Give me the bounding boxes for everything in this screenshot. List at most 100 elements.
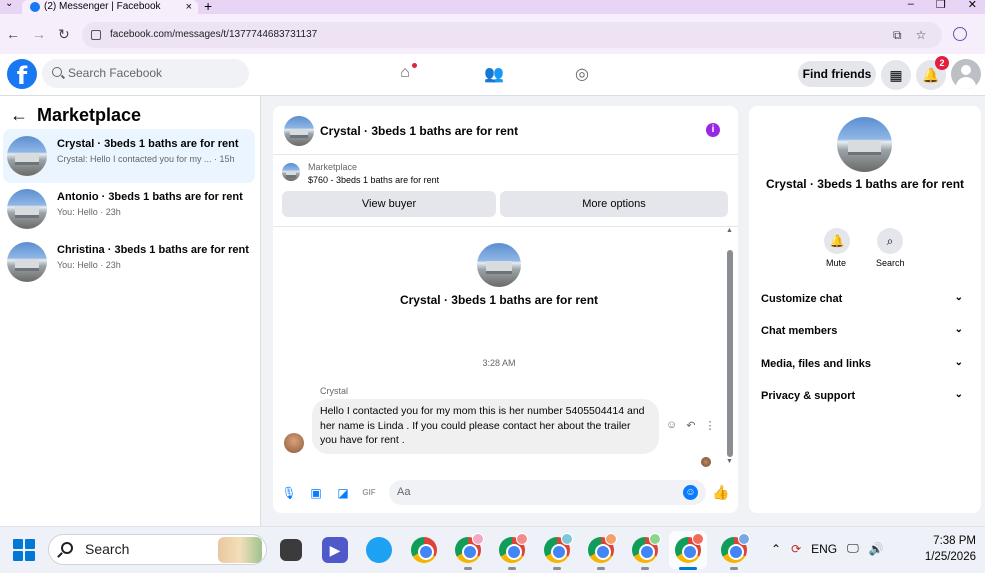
details-title: Crystal · 3beds 1 baths are for rent — [765, 177, 965, 191]
conversation-preview: You: Hello · 23h — [57, 207, 121, 217]
facebook-logo[interactable]: f — [7, 59, 37, 90]
conversation-item[interactable]: Antonio · 3beds 1 baths are for rent You… — [3, 182, 255, 236]
menu-grid-icon[interactable]: ▦ — [881, 60, 911, 90]
media-files-links-row[interactable]: Media, files and links ⌄ — [761, 357, 971, 370]
conversation-intro-title: Crystal · 3beds 1 baths are for rent — [399, 293, 599, 307]
bookmark-star-icon[interactable]: ☆ — [916, 28, 927, 43]
edge-browser-icon[interactable] — [366, 537, 392, 563]
chevron-down-icon: ⌄ — [954, 357, 963, 368]
conversation-item[interactable]: Christina · 3beds 1 baths are for rent Y… — [3, 235, 255, 289]
microphone-icon[interactable]: 🎙 — [281, 485, 297, 501]
reload-icon[interactable]: ↻ — [58, 26, 70, 43]
network-icon[interactable]: 🖵 — [847, 541, 859, 556]
chrome-profile-icon[interactable] — [588, 533, 617, 570]
chevron-down-icon: ⌄ — [954, 324, 963, 335]
chevron-down-icon: ⌄ — [954, 389, 963, 400]
video-app-icon[interactable]: ▶ — [322, 537, 348, 563]
search-icon — [61, 542, 73, 554]
search-label: Search — [876, 258, 905, 268]
volume-icon[interactable]: 🔊 — [869, 542, 884, 556]
chat-members-row[interactable]: Chat members ⌄ — [761, 324, 971, 337]
sender-avatar[interactable] — [284, 433, 304, 453]
task-view-icon[interactable] — [280, 539, 302, 561]
back-arrow-icon[interactable]: ← — [6, 26, 20, 42]
chrome-profile-icon[interactable] — [455, 533, 484, 570]
facebook-search-input[interactable]: Search Facebook — [42, 59, 249, 88]
search-conversation-icon[interactable]: ⌕ — [877, 228, 903, 254]
new-tab-button[interactable]: + — [204, 0, 212, 14]
chrome-icon[interactable] — [411, 537, 437, 563]
more-dots-icon[interactable]: ⋮ — [704, 419, 715, 432]
conversation-title: Crystal · 3beds 1 baths are for rent — [57, 138, 239, 150]
chrome-profile-icon-active[interactable] — [675, 533, 704, 570]
chrome-profile-icon[interactable] — [632, 533, 661, 570]
restore-button[interactable]: ❐ — [936, 0, 946, 11]
taskbar-search[interactable]: Search — [48, 534, 267, 565]
conversation-item[interactable]: Crystal · 3beds 1 baths are for rent Cry… — [3, 129, 255, 183]
message-timestamp: 3:28 AM — [482, 358, 516, 368]
listing-small-thumbnail — [282, 163, 300, 181]
chrome-profile-icon[interactable] — [544, 533, 573, 570]
search-placeholder: Search Facebook — [68, 66, 163, 80]
chevron-down-icon: ⌄ — [954, 292, 963, 303]
marketplace-label: Marketplace — [308, 162, 358, 172]
tab-search-chevron-icon[interactable]: ⌄ — [5, 0, 13, 9]
chat-header-thumbnail[interactable] — [284, 116, 314, 146]
view-buyer-button[interactable]: View buyer — [282, 191, 496, 217]
listing-price-title[interactable]: $760 - 3beds 1 baths are for rent — [308, 175, 439, 185]
windows-start-icon[interactable] — [13, 539, 35, 561]
install-app-icon[interactable]: ⧉ — [893, 28, 902, 43]
chat-scrollbar[interactable] — [727, 250, 733, 457]
tab-title: (2) Messenger | Facebook — [44, 1, 161, 12]
search-icon — [52, 67, 62, 77]
message-actions: ☺ ↶ ⋮ — [666, 419, 715, 432]
close-window-button[interactable]: ✕ — [968, 0, 977, 11]
react-smiley-icon[interactable]: ☺ — [666, 419, 677, 432]
facebook-favicon-icon — [30, 2, 40, 12]
more-options-button[interactable]: More options — [500, 191, 728, 217]
gif-icon[interactable]: GIF — [361, 485, 377, 501]
clock-time: 7:38 PM — [933, 535, 976, 547]
chat-header-title[interactable]: Crystal · 3beds 1 baths are for rent — [320, 124, 518, 138]
language-indicator[interactable]: ENG — [811, 542, 837, 556]
customize-chat-row[interactable]: Customize chat ⌄ — [761, 292, 971, 305]
mute-bell-icon[interactable]: 🔔 — [824, 228, 850, 254]
listing-thumbnail — [7, 189, 47, 229]
forward-arrow-icon[interactable]: → — [32, 26, 46, 42]
browser-profile-icon[interactable] — [953, 27, 967, 41]
message-input[interactable]: Aa — [389, 480, 706, 505]
address-bar[interactable]: facebook.com/messages/t/1377744683731137 — [82, 22, 942, 48]
tray-overflow-chevron-icon[interactable]: ⌃ — [771, 542, 781, 556]
conversation-title: Antonio · 3beds 1 baths are for rent — [57, 191, 243, 203]
info-icon[interactable]: i — [706, 123, 720, 137]
taskbar-clock[interactable]: 7:38 PM 1/25/2026 — [912, 533, 976, 565]
emoji-icon[interactable]: ☺ — [683, 485, 698, 500]
reply-icon[interactable]: ↶ — [686, 419, 695, 432]
browser-tab-messenger[interactable]: (2) Messenger | Facebook × — [22, 0, 198, 14]
divider — [273, 154, 738, 155]
divider — [273, 226, 738, 227]
chrome-profile-icon[interactable] — [721, 533, 750, 570]
sender-name: Crystal — [320, 386, 349, 396]
seen-receipt-avatar — [701, 457, 711, 467]
friends-icon[interactable]: 👥 — [484, 64, 504, 84]
scroll-up-arrow-icon[interactable]: ▲ — [726, 227, 733, 234]
photo-attach-icon[interactable]: ▣ — [308, 485, 324, 501]
find-friends-button[interactable]: Find friends — [798, 61, 876, 87]
sync-icon[interactable]: ⟳ — [791, 542, 801, 556]
thumbs-up-icon[interactable]: 👍 — [712, 484, 729, 501]
marketplace-title: Marketplace — [37, 105, 142, 125]
back-arrow-icon[interactable]: ← — [10, 105, 28, 126]
account-avatar[interactable] — [951, 59, 981, 89]
chrome-profile-icon[interactable] — [499, 533, 528, 570]
message-bubble[interactable]: Hello I contacted you for my mom this is… — [312, 399, 659, 454]
scroll-down-arrow-icon[interactable]: ▼ — [726, 458, 733, 465]
groups-icon[interactable]: ◎ — [572, 64, 592, 84]
site-info-icon[interactable] — [91, 30, 101, 40]
tab-close-icon[interactable]: × — [186, 1, 192, 13]
taskbar-search-label: Search — [85, 541, 130, 557]
sticker-icon[interactable]: ◪ — [335, 485, 351, 501]
minimize-button[interactable]: – — [908, 0, 914, 11]
privacy-support-row[interactable]: Privacy & support ⌄ — [761, 389, 971, 402]
system-tray: ⌃ ⟳ ENG 🖵 🔊 — [771, 541, 884, 556]
